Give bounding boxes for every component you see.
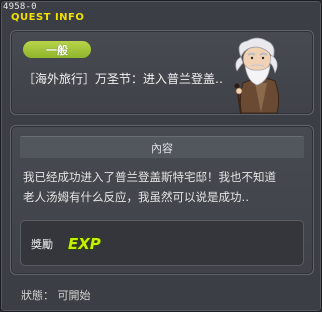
quest-status: 狀態： 可開始 [21,289,91,302]
reward-box: 獎勵 EXP [20,220,304,266]
quest-name: ［海外旅行］万圣节：进入普兰登盖‥ [23,72,224,86]
window-title: QUEST INFO [11,12,85,23]
quest-category-badge: 一般 [23,41,91,58]
content-line-1: 我已经成功进入了普兰登盖斯特宅邸！我也不知道 [23,170,276,184]
content-line-2: 老人汤姆有什么反应，我虽然可以说是成功‥ [23,190,250,204]
quest-summary-panel: 一般 ［海外旅行］万圣节：进入普兰登盖‥ [10,30,314,115]
old-man-npc-icon [234,37,280,115]
quest-info-window: 4958-0 QUEST INFO 一般 ［海外旅行］万圣节：进入普兰登盖‥ 內… [0,0,322,312]
quest-content-panel: 內容 我已经成功进入了普兰登盖斯特宅邸！我也不知道 老人汤姆有什么反应，我虽然可… [10,125,314,275]
quest-id: 4958-0 [3,2,37,12]
reward-label: 獎勵 [31,238,53,251]
exp-text: EXP [68,235,101,253]
content-text: 我已经成功进入了普兰登盖斯特宅邸！我也不知道 老人汤姆有什么反应，我虽然可以说是… [23,167,307,207]
content-header: 內容 [20,136,304,158]
exp-icon: EXP [67,234,101,253]
